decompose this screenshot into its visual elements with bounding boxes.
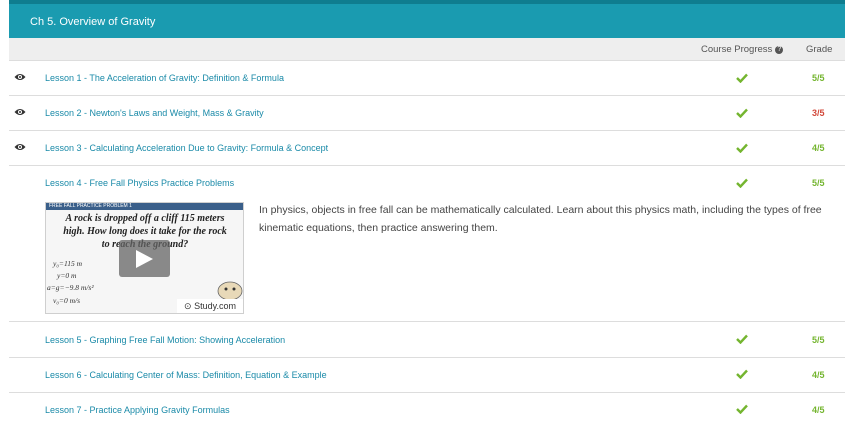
thumbnail-equation: y₀=115 m [53,259,82,268]
grade-value: 3/5 [812,108,825,118]
play-icon [136,250,153,268]
check-icon [736,404,748,414]
lesson-row: Lesson 1 - The Acceleration of Gravity: … [9,61,845,96]
check-icon [736,178,748,188]
lesson-row: Lesson 7 - Practice Applying Gravity For… [9,393,845,426]
lesson-description: In physics, objects in free fall can be … [259,204,822,234]
study-logo: ⊙ Study.com [177,299,243,313]
eye-icon [14,109,26,115]
check-icon [736,73,748,83]
check-icon [736,108,748,118]
video-thumbnail[interactable]: FREE FALL PRACTICE PROBLEM 1 A rock is d… [45,202,244,314]
lesson-link[interactable]: Lesson 1 - The Acceleration of Gravity: … [45,73,284,83]
lesson-link[interactable]: Lesson 6 - Calculating Center of Mass: D… [45,370,327,380]
lesson-link[interactable]: Lesson 2 - Newton's Laws and Weight, Mas… [45,108,264,118]
left-edge [0,0,9,426]
lesson-row: Lesson 6 - Calculating Center of Mass: D… [9,358,845,393]
thumbnail-equation: v₀=0 m/s [53,296,81,305]
lesson-link[interactable]: Lesson 5 - Graphing Free Fall Motion: Sh… [45,335,285,345]
thumbnail-equation: y=0 m [57,271,77,280]
chapter-title: Ch 5. Overview of Gravity [30,16,156,28]
grade-value: 5/5 [812,335,825,345]
grade-value: 4/5 [812,370,825,380]
grade-value: 5/5 [812,73,825,83]
lesson-link[interactable]: Lesson 7 - Practice Applying Gravity For… [45,405,230,415]
grade-label: Grade [806,44,833,55]
lesson-row: Lesson 3 - Calculating Acceleration Due … [9,131,845,166]
play-button[interactable] [119,240,170,277]
eye-icon [14,74,26,80]
grade-value: 4/5 [812,405,825,415]
thumbnail-banner: FREE FALL PRACTICE PROBLEM 1 [46,203,243,210]
lesson-row: Lesson 5 - Graphing Free Fall Motion: Sh… [9,322,845,358]
grade-value: 5/5 [812,178,825,188]
course-progress-label: Course Progress? [701,44,784,55]
lesson-link[interactable]: Lesson 4 - Free Fall Physics Practice Pr… [45,178,234,188]
question-icon[interactable]: ? [775,46,784,54]
column-header: Course Progress? Grade [9,38,845,61]
chapter-header[interactable]: Ch 5. Overview of Gravity [9,0,845,38]
lesson-row-expanded: Lesson 4 - Free Fall Physics Practice Pr… [9,166,845,322]
check-icon [736,369,748,379]
lesson-link[interactable]: Lesson 3 - Calculating Acceleration Due … [45,143,328,153]
check-icon [736,334,748,344]
check-icon [736,143,748,153]
mascot-icon [217,281,243,301]
thumbnail-equation: a=g=−9.8 m/s² [47,283,94,292]
eye-icon [14,144,26,150]
grade-value: 4/5 [812,143,825,153]
lesson-row: Lesson 2 - Newton's Laws and Weight, Mas… [9,96,845,131]
